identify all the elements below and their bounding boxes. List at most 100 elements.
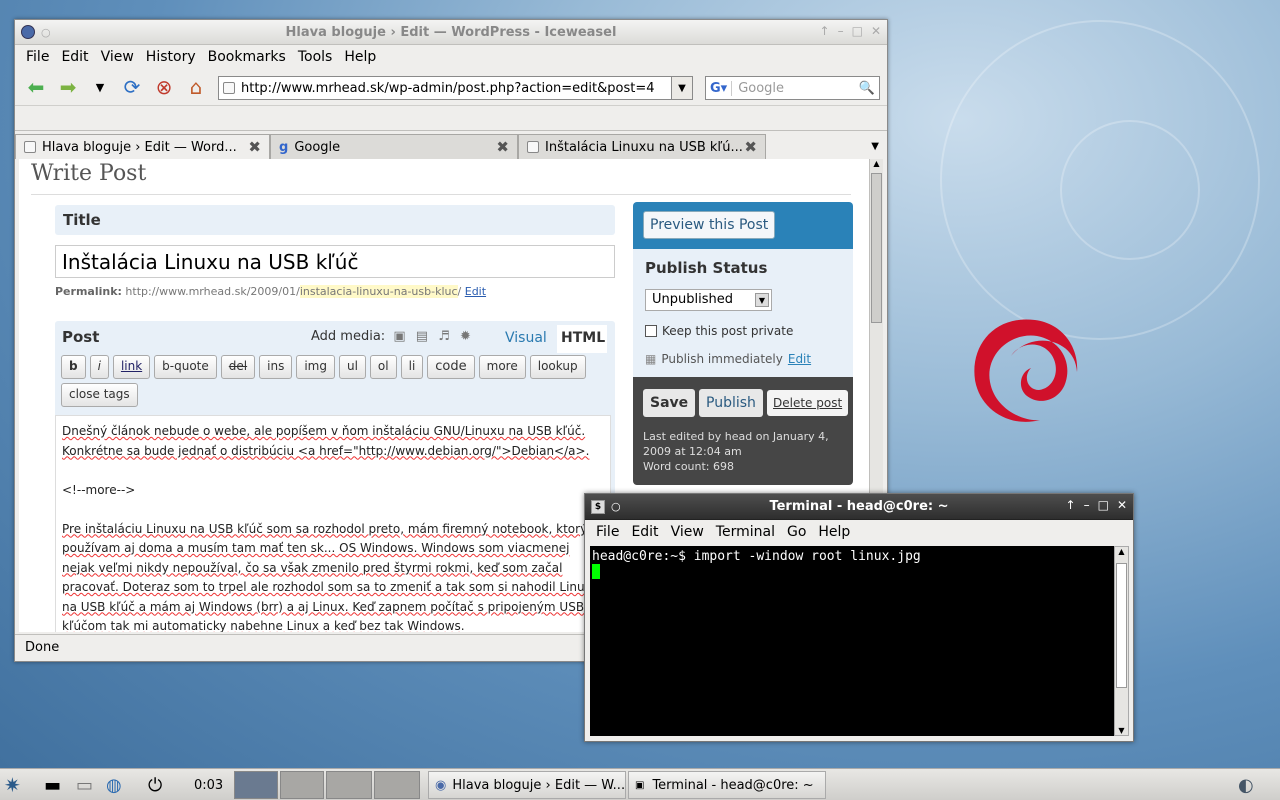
file-manager-icon[interactable]: ▭ [76, 771, 93, 799]
terminal-menubar: File Edit View Terminal Go Help [585, 520, 1133, 544]
tab-close-icon[interactable]: ✖ [248, 138, 261, 156]
close-icon[interactable]: ✕ [871, 24, 881, 38]
scroll-up-icon[interactable]: ▲ [870, 159, 883, 168]
minimize-icon[interactable]: – [1084, 498, 1090, 512]
terminal-scrollbar[interactable]: ▲ ▼ [1114, 546, 1129, 736]
qt-bquote-button[interactable]: b-quote [154, 355, 217, 379]
workspace-4[interactable] [374, 771, 420, 799]
scrollbar-thumb[interactable] [1116, 563, 1127, 688]
qt-li-button[interactable]: li [400, 355, 424, 379]
task-terminal[interactable]: ▣ Terminal - head@c0re: ~ [628, 771, 826, 799]
menu-edit[interactable]: Edit [626, 522, 663, 542]
scrollbar-thumb[interactable] [871, 173, 882, 323]
tab-google[interactable]: g Google ✖ [270, 134, 518, 159]
menu-bookmarks[interactable]: Bookmarks [203, 47, 291, 67]
xfce-menu-icon[interactable]: ✷ [4, 771, 21, 799]
maximize-icon[interactable]: □ [852, 24, 863, 38]
menu-help[interactable]: Help [813, 522, 855, 542]
add-video-icon[interactable]: ▤ [416, 329, 428, 344]
url-dropdown-icon[interactable]: ▼ [671, 76, 693, 100]
qt-ul-button[interactable]: ul [338, 355, 366, 379]
qt-link-button[interactable]: link [112, 355, 151, 379]
tab-list-icon[interactable]: ▼ [766, 134, 887, 159]
qt-more-button[interactable]: more [478, 355, 526, 379]
menu-help[interactable]: Help [339, 47, 381, 67]
publish-button[interactable]: Publish [699, 389, 763, 417]
permalink-slug[interactable]: instalacia-linuxu-na-usb-kluc [299, 285, 458, 298]
menu-tools[interactable]: Tools [293, 47, 338, 67]
quicktags-toolbar: b i link b-quote del ins img ul ol li co… [61, 355, 611, 407]
shade-icon[interactable]: ↑ [1066, 498, 1076, 512]
scroll-down-icon[interactable]: ▼ [1115, 726, 1128, 735]
qt-ins-button[interactable]: ins [259, 355, 293, 379]
qt-code-button[interactable]: code [427, 355, 475, 379]
delete-post-button[interactable]: Delete post [767, 390, 849, 416]
clock[interactable]: 0:03 [194, 771, 223, 799]
editor-line: nejak veľmi nikdy nepoužíval, čo sa však… [62, 560, 563, 575]
post-title-input[interactable]: Inštalácia Linuxu na USB kľúč [55, 245, 615, 278]
qt-img-button[interactable]: img [296, 355, 335, 379]
menu-file[interactable]: File [591, 522, 624, 542]
workspace-3[interactable] [326, 771, 372, 799]
shade-icon[interactable]: ↑ [820, 24, 830, 38]
tab-wordpress-edit[interactable]: Hlava bloguje › Edit — Word... ✖ [15, 134, 270, 159]
chevron-down-icon[interactable]: ▼ [755, 293, 769, 307]
tab-visual[interactable]: Visual [505, 330, 547, 346]
menu-history[interactable]: History [141, 47, 201, 67]
editor-line: Dnešný článok nebude o webe, ale popíšem… [62, 424, 586, 438]
terminal-launcher-icon[interactable]: ▬ [44, 771, 61, 799]
stop-icon[interactable]: ⊗ [151, 74, 177, 100]
reload-icon[interactable]: ⟳ [119, 74, 145, 100]
url-bar[interactable]: http://www.mrhead.sk/wp-admin/post.php?a… [218, 76, 693, 100]
add-audio-icon[interactable]: ♬ [438, 329, 450, 344]
qt-ol-button[interactable]: ol [369, 355, 397, 379]
tab-post-preview[interactable]: Inštalácia Linuxu na USB kľú... ✖ [518, 134, 766, 159]
tab-close-icon[interactable]: ✖ [744, 138, 757, 156]
workspace-1[interactable] [234, 771, 278, 799]
qt-del-button[interactable]: del [220, 355, 256, 379]
web-browser-icon[interactable]: ◍ [106, 771, 122, 799]
post-editor-box: Post Add media: ▣ ▤ ♬ ✹ Visual HTML b i … [55, 321, 615, 632]
minimize-icon[interactable]: – [838, 24, 844, 38]
task-browser[interactable]: ◉ Hlava bloguje › Edit — W... [428, 771, 626, 799]
tab-label: Hlava bloguje › Edit — Word... [42, 139, 237, 155]
network-tray-icon[interactable]: ◐ [1238, 771, 1254, 799]
add-image-icon[interactable]: ▣ [393, 329, 405, 344]
tab-html[interactable]: HTML [557, 325, 607, 353]
menu-file[interactable]: File [21, 47, 54, 67]
close-icon[interactable]: ✕ [1117, 498, 1127, 512]
search-icon[interactable]: 🔍 [859, 81, 879, 96]
post-content-textarea[interactable]: Dnešný článok nebude o webe, ale popíšem… [55, 415, 611, 632]
terminal-titlebar[interactable]: $ ○ Terminal - head@c0re: ~ ↑ – □ ✕ [585, 494, 1133, 520]
google-engine-icon[interactable]: G▾ [706, 80, 733, 96]
menu-terminal[interactable]: Terminal [711, 522, 780, 542]
keep-private-checkbox[interactable] [645, 325, 657, 337]
power-icon[interactable]: ⏻ [148, 771, 162, 799]
post-status-select[interactable]: Unpublished ▼ [645, 289, 772, 311]
search-box[interactable]: G▾ Google 🔍 [705, 76, 880, 100]
add-media-gear-icon[interactable]: ✹ [460, 329, 471, 344]
tab-close-icon[interactable]: ✖ [496, 138, 509, 156]
qt-lookup-button[interactable]: lookup [529, 355, 586, 379]
back-arrow-icon[interactable]: ⬅ [23, 74, 49, 100]
menu-view[interactable]: View [666, 522, 709, 542]
menu-view[interactable]: View [96, 47, 139, 67]
history-dropdown-icon[interactable]: ▼ [87, 74, 113, 100]
maximize-icon[interactable]: □ [1098, 498, 1109, 512]
qt-italic-button[interactable]: i [89, 355, 109, 379]
qt-close-tags-button[interactable]: close tags [61, 383, 138, 407]
terminal-app-icon: ▣ [635, 779, 645, 791]
workspace-2[interactable] [280, 771, 324, 799]
preview-post-button[interactable]: Preview this Post [643, 211, 776, 239]
qt-bold-button[interactable]: b [61, 355, 86, 379]
browser-titlebar[interactable]: ○ Hlava bloguje › Edit — WordPress - Ice… [15, 20, 887, 45]
save-button[interactable]: Save [643, 389, 696, 417]
forward-arrow-icon[interactable]: ➡ [55, 74, 81, 100]
home-icon[interactable]: ⌂ [183, 74, 209, 100]
menu-edit[interactable]: Edit [56, 47, 93, 67]
scroll-up-icon[interactable]: ▲ [1115, 547, 1128, 556]
menu-go[interactable]: Go [782, 522, 811, 542]
permalink-edit-link[interactable]: Edit [465, 285, 486, 298]
publish-date-edit-link[interactable]: Edit [788, 352, 811, 366]
terminal-screen[interactable]: head@c0re:~$ import -window root linux.j… [590, 546, 1114, 736]
